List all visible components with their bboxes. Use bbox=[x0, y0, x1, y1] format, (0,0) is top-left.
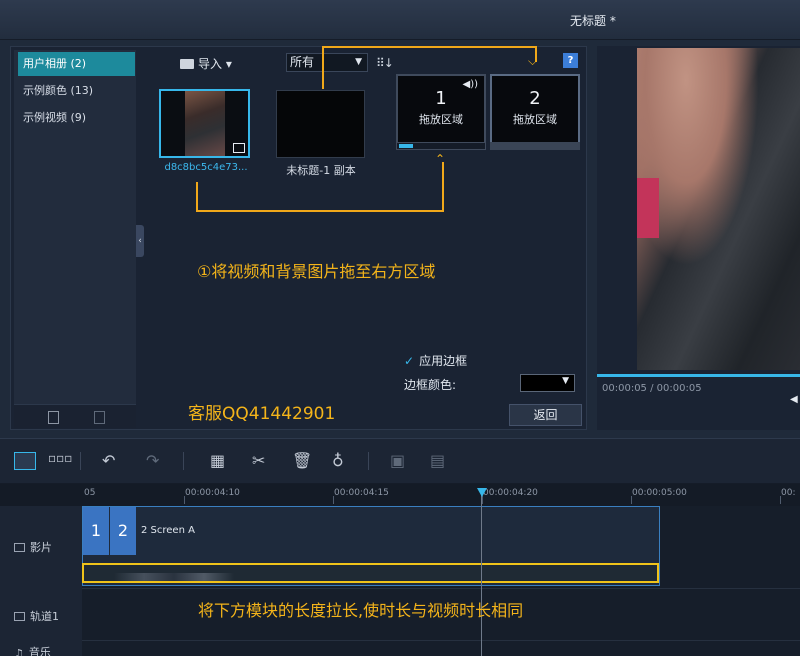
settings-icon[interactable]: ▤ bbox=[430, 451, 445, 470]
title-bar: 无标题 * bbox=[0, 0, 800, 40]
album-item-sample-videos[interactable]: 示例视频 (9) bbox=[18, 106, 135, 130]
filter-value: 所有 bbox=[290, 55, 315, 69]
progress-fill bbox=[597, 374, 800, 377]
track-divider bbox=[82, 640, 800, 641]
ruler-tick bbox=[780, 496, 781, 504]
apply-border-label: 应用边框 bbox=[419, 354, 468, 368]
back-button[interactable]: 返回 bbox=[509, 404, 582, 426]
drop-zone-1-volume-bar[interactable] bbox=[396, 142, 486, 150]
annotation-arrow-line bbox=[196, 182, 198, 212]
ruler-tick bbox=[333, 496, 334, 504]
track-label: 音乐 bbox=[28, 646, 51, 656]
edit-clip-icon[interactable]: ▦ bbox=[210, 451, 225, 470]
ruler-tick-label: 00:00:04:20 bbox=[483, 488, 538, 498]
storyboard-view-icon[interactable]: ▫▫▫ bbox=[48, 451, 72, 465]
film-icon bbox=[14, 543, 25, 552]
ruler-tick-label: 00:00:04:10 bbox=[185, 488, 240, 498]
ruler-tick-label: 00:00:04:15 bbox=[334, 488, 389, 498]
drop-zone-number: 1 bbox=[435, 88, 447, 109]
media-item-label: 未标题-1 副本 bbox=[286, 164, 356, 177]
ruler-tick bbox=[482, 496, 483, 504]
play-position-icon[interactable]: ◀ bbox=[790, 394, 798, 405]
track-headers bbox=[0, 506, 82, 656]
album-footer bbox=[14, 404, 136, 428]
toolbar-separator bbox=[368, 452, 369, 470]
waveform bbox=[114, 573, 264, 581]
track-video[interactable]: 影片 bbox=[14, 539, 52, 555]
annotation-step2: 将下方模块的长度拉长,使时长与视频时长相同 bbox=[198, 601, 524, 620]
sort-icon[interactable]: ⠿↓ bbox=[376, 56, 394, 70]
toolbar-separator bbox=[183, 452, 184, 470]
preview-detail bbox=[637, 178, 659, 238]
overlay-track-icon bbox=[14, 612, 25, 621]
filter-select[interactable]: 所有 ▼ bbox=[286, 53, 368, 72]
playhead-line bbox=[481, 490, 482, 656]
timeline-view-button[interactable] bbox=[14, 452, 36, 470]
apply-border-checkbox[interactable]: ✓ 应用边框 bbox=[404, 352, 467, 369]
preview-progress-bar[interactable] bbox=[597, 374, 800, 377]
drop-zone-2[interactable]: 2 拖放区域 bbox=[490, 74, 580, 146]
drop-zone-number: 2 bbox=[529, 88, 541, 109]
folder-icon bbox=[180, 59, 194, 69]
import-label: 导入 ▾ bbox=[198, 57, 232, 71]
annotation-arrowhead-icon: ⌵ bbox=[528, 54, 538, 68]
album-item-sample-colors[interactable]: 示例颜色 (13) bbox=[18, 79, 135, 103]
clip-audio-waveform[interactable] bbox=[82, 563, 659, 583]
cut-icon[interactable]: ✂ bbox=[252, 451, 265, 470]
border-color-label: 边框颜色: bbox=[404, 378, 457, 392]
ruler-tick bbox=[184, 496, 185, 504]
ruler-tick-label: 00: bbox=[781, 488, 796, 498]
drop-zone-2-bar bbox=[490, 142, 580, 150]
media-thumbnail-image[interactable] bbox=[276, 90, 365, 158]
snapshot-icon[interactable]: ▣ bbox=[390, 451, 405, 470]
annotation-arrowhead-icon: ⌃ bbox=[435, 152, 446, 166]
toolbar-separator bbox=[80, 452, 81, 470]
clip-cell: 1 bbox=[83, 507, 109, 555]
annotation-arrow-line bbox=[322, 47, 324, 89]
track-label: 影片 bbox=[30, 541, 52, 554]
remove-album-icon[interactable] bbox=[94, 411, 105, 424]
annotation-arrow-line bbox=[322, 46, 536, 48]
video-badge-icon bbox=[233, 143, 245, 153]
media-item-label: d8c8bc5c4e73... bbox=[164, 162, 248, 173]
annotation-arrow-line bbox=[442, 162, 444, 212]
annotation-step1: ①将视频和背景图片拖至右方区域 bbox=[197, 262, 436, 281]
video-thumbnail-image bbox=[185, 91, 225, 156]
microphone-icon[interactable]: ♁ bbox=[332, 451, 344, 470]
border-color-picker[interactable]: ▼ bbox=[520, 374, 575, 392]
volume-fill bbox=[399, 144, 413, 148]
clip-name: 2 Screen A bbox=[141, 525, 195, 536]
ruler-tick bbox=[631, 496, 632, 504]
new-album-icon[interactable] bbox=[48, 411, 59, 424]
annotation-service: 客服QQ41442901 bbox=[188, 404, 336, 424]
ruler-tick-label: 05 bbox=[84, 488, 96, 498]
preview-image bbox=[637, 48, 800, 370]
track-music[interactable]: ♫ 音乐 bbox=[14, 644, 51, 656]
undo-icon[interactable]: ↶ bbox=[102, 451, 115, 470]
annotation-arrow-line bbox=[196, 210, 444, 212]
track-label: 轨道1 bbox=[30, 610, 59, 623]
app-window: 无标题 * 用户相册 (2) 示例颜色 (13) 示例视频 (9) ‹ 导入 ▾… bbox=[0, 0, 800, 656]
chevron-down-icon: ▼ bbox=[562, 376, 569, 386]
chevron-down-icon: ▼ bbox=[355, 57, 362, 67]
drop-zone-label: 拖放区域 bbox=[513, 113, 557, 126]
checkmark-icon: ✓ bbox=[404, 354, 415, 368]
ruler-tick-label: 00:00:05:00 bbox=[632, 488, 687, 498]
redo-icon[interactable]: ↷ bbox=[146, 451, 159, 470]
import-button[interactable]: 导入 ▾ bbox=[180, 55, 232, 72]
media-thumbnail-video[interactable] bbox=[159, 89, 250, 158]
album-item-user[interactable]: 用户相册 (2) bbox=[18, 52, 135, 76]
track-divider bbox=[82, 588, 800, 589]
drop-zone-label: 拖放区域 bbox=[419, 113, 463, 126]
track-overlay-1[interactable]: 轨道1 bbox=[14, 608, 59, 624]
timecode: 00:00:05 / 00:00:05 bbox=[602, 383, 702, 394]
music-note-icon: ♫ bbox=[14, 647, 24, 656]
window-title: 无标题 * bbox=[570, 14, 616, 28]
delete-icon[interactable]: 🗑 bbox=[292, 451, 312, 470]
help-button[interactable]: ? bbox=[563, 53, 578, 68]
drop-zone-1[interactable]: ◀)) 1 拖放区域 bbox=[396, 74, 486, 146]
clip-cell: 2 bbox=[110, 507, 136, 555]
collapse-panel-handle[interactable]: ‹ bbox=[136, 225, 144, 257]
album-list: 用户相册 (2) 示例颜色 (13) 示例视频 (9) bbox=[14, 50, 136, 426]
